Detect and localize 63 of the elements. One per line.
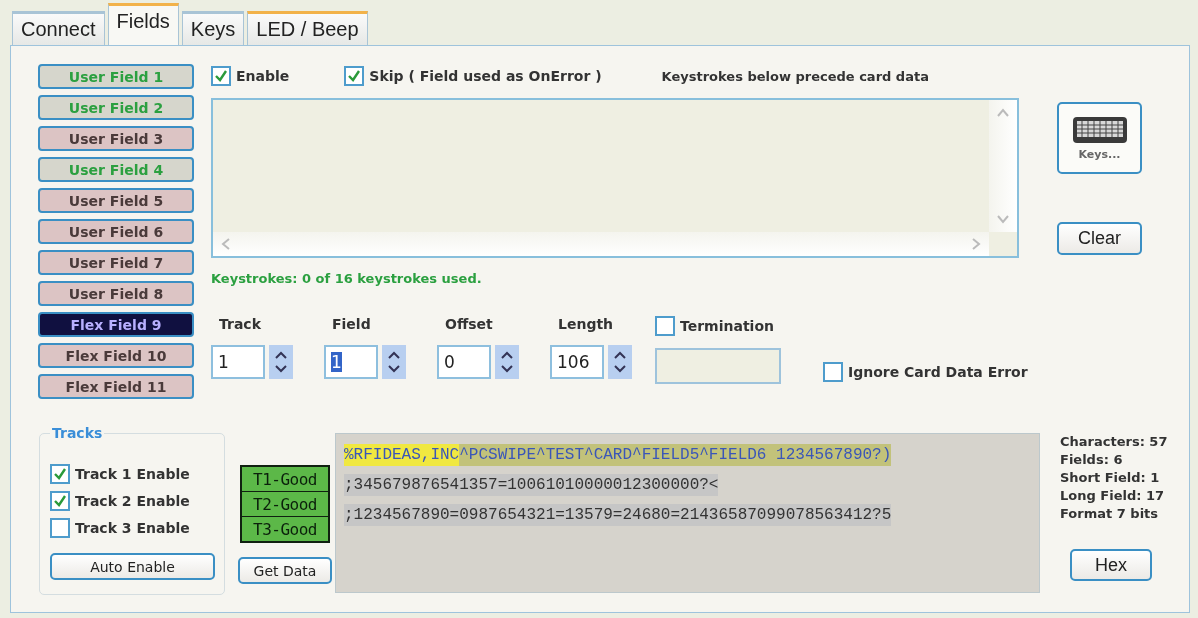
checkbox[interactable] xyxy=(344,66,365,86)
spinner-label: Offset xyxy=(445,316,494,332)
checkbox-label: Ignore Card Data Error xyxy=(848,364,1028,380)
spinner-label: Track xyxy=(219,316,262,332)
auto-enable-button[interactable]: Auto Enable xyxy=(50,553,215,580)
stat-text: Format 7 bits xyxy=(1060,505,1160,523)
checkbox-label: Enable xyxy=(236,68,290,84)
checkbox-label: Skip ( Field used as OnError ) xyxy=(369,68,602,84)
spin-arrows-icon[interactable] xyxy=(382,345,406,379)
track-status: T3-Good xyxy=(242,516,328,541)
checkbox-label: Termination xyxy=(680,318,774,334)
field-button[interactable]: Flex Field 10 xyxy=(38,343,194,368)
checkbox-label: Track 1 Enable xyxy=(75,466,190,482)
checkbox[interactable] xyxy=(50,518,70,538)
number-field[interactable]: 1 xyxy=(211,345,265,379)
track-status: T1-Good xyxy=(242,467,328,491)
number-field[interactable]: 106 xyxy=(550,345,604,379)
vertical-scrollbar[interactable] xyxy=(989,100,1017,232)
checkbox-label: Track 2 Enable xyxy=(75,493,190,509)
field-button[interactable]: Flex Field 9 xyxy=(38,312,194,337)
field-button[interactable]: User Field 3 xyxy=(38,126,194,151)
spin-arrows-icon[interactable] xyxy=(495,345,519,379)
stat-text: Short Field: 1 xyxy=(1060,469,1161,487)
stat-text: Characters: 57 xyxy=(1060,433,1168,451)
checkbox[interactable] xyxy=(50,464,70,484)
card-data-text: ^PCSWIPE^TEST^CARD^FIELD5^FIELD6 1234567890?) xyxy=(459,444,892,466)
card-data-text: %RFIDEAS,INC xyxy=(344,444,460,466)
tab[interactable]: Connect xyxy=(12,11,105,45)
spinner-label: Field xyxy=(332,316,372,332)
field-button[interactable]: User Field 5 xyxy=(38,188,194,213)
track-status: T2-Good xyxy=(242,491,328,516)
card-data-text: ;345679876541357=10061010000012300000?< xyxy=(344,474,719,496)
keystrokes-caption: Keystrokes below precede card data xyxy=(661,68,929,84)
tab[interactable]: LED / Beep xyxy=(247,11,368,45)
checkbox-label: Track 3 Enable xyxy=(75,520,190,536)
clear-button[interactable]: Clear xyxy=(1057,222,1142,255)
termination-field[interactable] xyxy=(655,348,781,384)
keyboard-icon xyxy=(1071,115,1128,144)
keystrokes-status: Keystrokes: 0 of 16 keystrokes used. xyxy=(211,271,483,286)
checkbox[interactable] xyxy=(50,491,70,511)
keystrokes-text-area[interactable] xyxy=(211,98,1019,258)
group-title: Tracks xyxy=(50,425,105,441)
number-field[interactable]: 0 xyxy=(437,345,491,379)
spin-arrows-icon[interactable] xyxy=(269,345,293,379)
field-button[interactable]: User Field 8 xyxy=(38,281,194,306)
field-button[interactable]: User Field 7 xyxy=(38,250,194,275)
stat-text: Fields: 6 xyxy=(1060,451,1124,469)
horizontal-scrollbar[interactable] xyxy=(213,232,989,256)
spinner-label: Length xyxy=(558,316,615,332)
tab[interactable]: Keys xyxy=(181,11,245,45)
keys-button[interactable]: Keys... xyxy=(1057,102,1142,174)
card-data-text: ;1234567890=0987654321=13579=24680=21436587099078563412?5 xyxy=(344,504,892,526)
checkbox[interactable] xyxy=(655,316,675,336)
stat-text: Long Field: 17 xyxy=(1060,487,1166,505)
spin-arrows-icon[interactable] xyxy=(608,345,632,379)
field-button[interactable]: User Field 6 xyxy=(38,219,194,244)
hex-button[interactable]: Hex xyxy=(1070,549,1152,581)
field-button[interactable]: Flex Field 11 xyxy=(38,374,194,399)
tab[interactable]: Fields xyxy=(107,3,179,45)
number-field[interactable]: 1 xyxy=(324,345,378,379)
checkbox[interactable] xyxy=(211,66,231,86)
checkbox[interactable] xyxy=(823,362,843,382)
get-data-button[interactable]: Get Data xyxy=(238,557,332,584)
